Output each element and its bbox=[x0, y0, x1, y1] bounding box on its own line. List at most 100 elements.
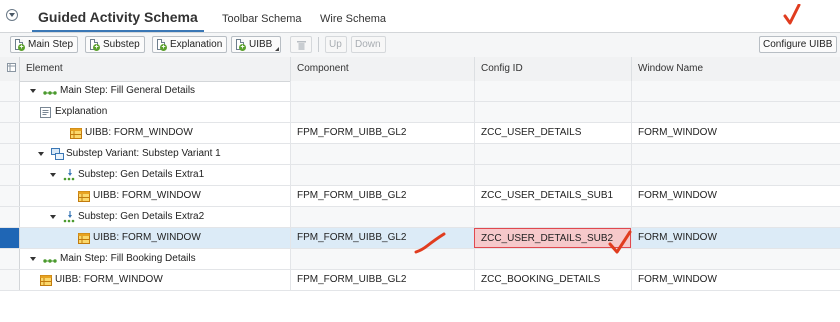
row-selector[interactable] bbox=[0, 123, 20, 143]
table-row[interactable]: Main Step: Fill General Details bbox=[0, 81, 840, 102]
toolbar-separator bbox=[318, 37, 319, 52]
component-cell bbox=[290, 102, 474, 122]
window-name-cell: FORM_WINDOW bbox=[631, 270, 840, 290]
uibb-icon bbox=[78, 232, 90, 244]
component-cell: FPM_FORM_UIBB_GL2 bbox=[290, 270, 474, 290]
tab-wire-schema[interactable]: Wire Schema bbox=[320, 10, 386, 34]
button-label: Substep bbox=[103, 39, 140, 50]
column-header-config-id[interactable]: Config ID bbox=[474, 57, 631, 81]
main-step-icon bbox=[43, 253, 57, 265]
uibb-icon bbox=[70, 127, 82, 139]
element-label: Explanation bbox=[55, 106, 108, 117]
dropdown-indicator-icon bbox=[275, 47, 280, 51]
substep-icon bbox=[63, 169, 75, 181]
element-cell: UIBB: FORM_WINDOW bbox=[20, 123, 290, 143]
element-label: UIBB: FORM_WINDOW bbox=[93, 190, 201, 201]
tab-guided-activity-schema[interactable]: Guided Activity Schema bbox=[32, 8, 204, 32]
substep-button[interactable]: + Substep bbox=[85, 36, 145, 53]
element-label: Substep: Gen Details Extra2 bbox=[78, 211, 205, 222]
expand-toggle-icon[interactable] bbox=[38, 152, 44, 156]
column-header-component[interactable]: Component bbox=[290, 57, 474, 81]
row-selector[interactable] bbox=[0, 186, 20, 206]
delete-button[interactable] bbox=[290, 36, 312, 53]
substep-variant-icon bbox=[51, 148, 64, 160]
column-header-element[interactable]: Element bbox=[20, 57, 290, 81]
expand-toggle-icon[interactable] bbox=[30, 257, 36, 261]
element-cell: Substep: Gen Details Extra1 bbox=[20, 165, 290, 185]
collapse-panel-button[interactable] bbox=[6, 9, 18, 21]
config-id-cell bbox=[474, 165, 631, 185]
row-selector[interactable] bbox=[0, 102, 20, 122]
element-label: Substep: Gen Details Extra1 bbox=[78, 169, 205, 180]
element-cell: Main Step: Fill Booking Details bbox=[20, 249, 290, 269]
button-label: Explanation bbox=[170, 39, 223, 50]
uibb-dropdown-button[interactable]: + UIBB bbox=[231, 36, 282, 53]
main-step-button[interactable]: + Main Step bbox=[10, 36, 79, 53]
component-cell: FPM_FORM_UIBB_GL2 bbox=[290, 228, 474, 248]
window-name-cell bbox=[631, 249, 840, 269]
element-cell: Substep Variant: Substep Variant 1 bbox=[20, 144, 290, 164]
config-id-cell: ZCC_BOOKING_DETAILS bbox=[474, 270, 631, 290]
row-selector[interactable] bbox=[0, 249, 20, 269]
config-id-cell bbox=[474, 81, 631, 101]
table-header: Element Component Config ID Window Name bbox=[0, 57, 840, 82]
element-label: Main Step: Fill Booking Details bbox=[60, 253, 196, 264]
down-button[interactable]: Down bbox=[351, 36, 386, 53]
window-name-cell bbox=[631, 165, 840, 185]
row-selector[interactable] bbox=[0, 207, 20, 227]
element-cell: UIBB: FORM_WINDOW bbox=[20, 228, 290, 248]
explanation-icon bbox=[40, 106, 52, 118]
table-row[interactable]: Explanation bbox=[0, 102, 840, 123]
component-cell bbox=[290, 81, 474, 101]
element-label: Substep Variant: Substep Variant 1 bbox=[66, 148, 221, 159]
component-cell bbox=[290, 249, 474, 269]
table-row[interactable]: Substep Variant: Substep Variant 1 bbox=[0, 144, 840, 165]
active-tab-indicator bbox=[32, 30, 204, 32]
window-name-cell bbox=[631, 81, 840, 101]
row-selector[interactable] bbox=[0, 270, 20, 290]
main-step-icon bbox=[43, 85, 57, 97]
expand-toggle-icon[interactable] bbox=[30, 89, 36, 93]
row-selector[interactable] bbox=[0, 165, 20, 185]
add-document-icon: + bbox=[235, 38, 246, 51]
tab-toolbar-schema[interactable]: Toolbar Schema bbox=[222, 10, 302, 34]
checkmark-annotation-icon bbox=[783, 4, 801, 25]
component-cell: FPM_FORM_UIBB_GL2 bbox=[290, 123, 474, 143]
button-label: Main Step bbox=[28, 39, 74, 50]
uibb-icon bbox=[78, 190, 90, 202]
table-row[interactable]: UIBB: FORM_WINDOW FPM_FORM_UIBB_GL2 ZCC_US… bbox=[0, 123, 840, 144]
explanation-button[interactable]: + Explanation bbox=[152, 36, 228, 53]
button-label: Configure UIBB bbox=[763, 39, 833, 50]
substep-icon bbox=[63, 211, 75, 223]
expand-toggle-icon[interactable] bbox=[50, 215, 56, 219]
row-selector[interactable] bbox=[0, 81, 20, 101]
button-label: Up bbox=[329, 39, 342, 50]
column-settings-button[interactable] bbox=[0, 57, 20, 81]
tab-label: Guided Activity Schema bbox=[38, 9, 198, 25]
checkmark-annotation-icon bbox=[608, 230, 632, 254]
config-id-cell bbox=[474, 207, 631, 227]
add-document-icon: + bbox=[156, 38, 167, 51]
window-name-cell bbox=[631, 207, 840, 227]
table-row[interactable]: UIBB: FORM_WINDOW FPM_FORM_UIBB_GL2 ZCC_US… bbox=[0, 186, 840, 207]
checkmark-annotation-icon bbox=[414, 232, 446, 254]
table-row[interactable]: UIBB: FORM_WINDOW FPM_FORM_UIBB_GL2 ZCC_BO… bbox=[0, 270, 840, 291]
up-button[interactable]: Up bbox=[325, 36, 347, 53]
element-label: Main Step: Fill General Details bbox=[60, 85, 196, 96]
tab-label: Toolbar Schema bbox=[222, 13, 302, 25]
component-cell bbox=[290, 144, 474, 164]
element-label: UIBB: FORM_WINDOW bbox=[93, 232, 201, 243]
window-name-cell: FORM_WINDOW bbox=[631, 186, 840, 206]
table-row[interactable]: Substep: Gen Details Extra1 bbox=[0, 165, 840, 186]
table-row[interactable]: Substep: Gen Details Extra2 bbox=[0, 207, 840, 228]
column-header-window-name[interactable]: Window Name bbox=[631, 57, 840, 81]
button-label: Down bbox=[355, 39, 381, 50]
configure-uibb-button[interactable]: Configure UIBB bbox=[759, 36, 838, 53]
component-cell: FPM_FORM_UIBB_GL2 bbox=[290, 186, 474, 206]
row-selector[interactable] bbox=[0, 144, 20, 164]
row-selector[interactable] bbox=[0, 228, 20, 248]
window-name-cell: FORM_WINDOW bbox=[631, 123, 840, 143]
expand-toggle-icon[interactable] bbox=[50, 173, 56, 177]
add-document-icon: + bbox=[89, 38, 100, 51]
tab-label: Wire Schema bbox=[320, 13, 387, 25]
